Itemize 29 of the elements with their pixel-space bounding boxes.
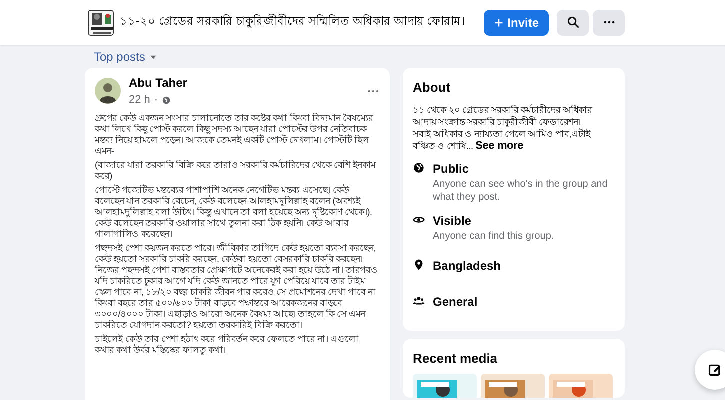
map-pin-icon — [413, 258, 425, 270]
group-title: ১১-২০ গ্রেডের সরকারি চাকুরিজীবীদের সম্মিলিত অধিকার আদায় ফোরাম। — [120, 14, 466, 30]
plus-icon — [494, 18, 504, 28]
about-item-detail: Anyone can see who's in the group and what they post. — [433, 178, 609, 204]
invite-button[interactable]: Invite — [484, 10, 549, 36]
section-title: Recent media — [413, 350, 499, 368]
about-item-title: General — [433, 294, 478, 310]
about-description: ১১ থেকে ২০ গ্রেডের সরকারি কর্মচারীদের অধিকার আদায় সংক্রান্ত সরকারি চাকুরীজীবী ফেডারেশন। সবাই অধিকার ও ন্যায্যতা পেলে আমিও পাব,এটাই বঞ্চিত ও শোষি... See more — [413, 104, 594, 152]
post-paragraph: (বাজারে যারা তরকারি বিক্রি করে তারাও সরকারি কর্মচারিদের থেকে বেশি ইনকাম করে) — [95, 160, 378, 182]
author-name[interactable]: Abu Taher — [129, 74, 359, 92]
compose-icon — [708, 363, 722, 377]
post-paragraph: পছন্দসই পেশা কয়জন করতে পারে। জীবিকার তাগিদে কেউ হয়তো ব্যবসা করছেন, কেউ হয়তো সরকারি চাকরি করছেন, কেউবা হয়তো বেসরকারি চাকরি করছেন। নিজের পছন্দসই পেশা বাস্তবতার প্রেক্ষাপটে অনেকেরই করা হয়ে উঠে না। তারপরও যদি চাকরিতে ঢুকার আগে যদি কেউ জানতে পারে যুগ পেরিয়ে যাবে তার টাইম স্কেল পাবে না, ১৮/২০ বছর চাকরি জীবন পার করেও সে প্রমোশনের দেখা পাবে না কিংবা বছরে তার ৫০০/৬০০ টাকা বাড়বে পক্ষান্তরে আরেকজনের বাড়বে ৩০০০/৪০০০ টাকা। এছাড়াও আরো অনেক বৈষম্য আছে। তাহলে কি সে এমন চাকরিতে যোগদান করতো? হয়তো তরকারিই বিক্রি করতো। — [95, 242, 379, 330]
about-item-detail: Anyone can find this group. — [433, 230, 554, 242]
compose-button[interactable] — [695, 350, 725, 390]
see-more-link[interactable]: See more — [476, 140, 524, 152]
search-button[interactable] — [557, 10, 589, 36]
section-title: About — [413, 79, 452, 97]
post-time[interactable]: 22 h — [129, 92, 150, 108]
search-icon — [566, 16, 580, 29]
people-icon — [413, 294, 425, 306]
post-paragraph: গ্রুপের কেউ একজন সংসার চালানোতে তার কষ্টের কথা কিংবা বিদ্যমান বৈষম্যের কথা লিখে কিছু পোস্ট করলে কিছু সদস্য আছেন যারা পোস্টের উপর নেতিবাচক মন্তব্য নিয়ে হামলে পড়েন। আজকে তেমনই একটি পোস্ট দেখলাম। পোস্টটি ছিল এমন- — [95, 112, 374, 156]
about-item-title: Bangladesh — [433, 258, 502, 274]
about-item-title: Public — [433, 160, 470, 178]
avatar[interactable] — [95, 78, 121, 104]
post-paragraph: পোস্টে পজেটিভ মন্তব্যের পাশাপাশি অনেক নেগেটিভ মন্তব্য এসেছে। কেউ বলেছেন যান তরকারি বেচেন, কেউ বলেছেন আলহামদুলিল্লাহ বলেন (অবশ্যই আলহামদুলিল্লাহ বলা উচিৎ। কিন্তু এখানে তা বলা হয়েছে অন্য দৃষ্টিকোণ থেকে।), কেউ বলেছেন তরকারি ওয়ালার সাথে তুলনা করা ঠিক হয়নি। কেউ আবার গালাগালিও করেছেন। — [95, 184, 374, 240]
about-item-title: Visible — [433, 212, 472, 230]
post-paragraph: চাইলেই কেউ তার পেশা হঠাৎ করে পরিবর্তন করে ফেলতে পারে না। এগুলো কথার কথা উর্বর মস্তিষ্কের ফালতু কথা। — [95, 334, 360, 356]
sort-dropdown[interactable]: Top posts — [94, 48, 158, 66]
separator-dot: · — [154, 93, 158, 108]
